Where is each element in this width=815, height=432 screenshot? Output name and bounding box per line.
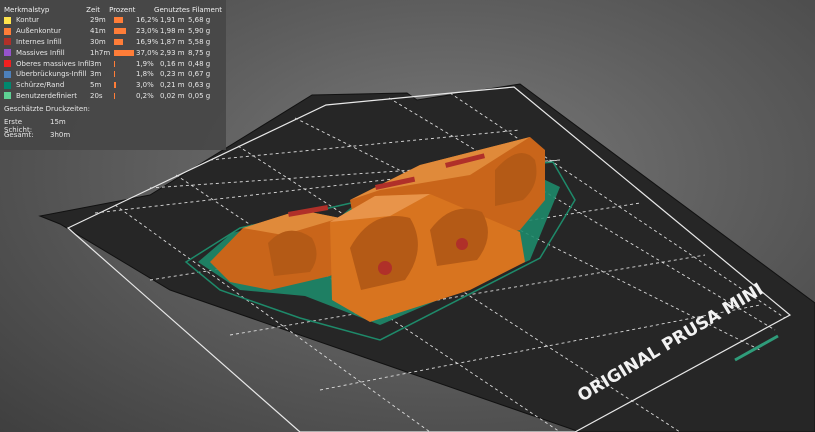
legend-rows: Kontur 29m 16,2% 1,91 m 5,68 g Außenkontur 41m… bbox=[4, 15, 222, 101]
legend-row: Massives Infill 1h7m 37,0% 2,93 m 8,75 g bbox=[4, 47, 222, 58]
legend-label: Kontur bbox=[16, 16, 40, 25]
legend-header: Merkmalstyp Zeit Prozent Genutztes Filam… bbox=[4, 4, 222, 15]
total-row: Gesamt: 3h0m bbox=[4, 131, 222, 141]
legend-percent: 1,9% bbox=[136, 59, 154, 68]
legend-percent-bar bbox=[114, 17, 123, 24]
total-value: 3h0m bbox=[50, 131, 71, 140]
legend-bar-cell bbox=[114, 38, 136, 45]
legend-grams: 8,75 g bbox=[188, 48, 211, 57]
legend-swatch bbox=[4, 92, 11, 100]
legend-type: Kontur bbox=[4, 16, 90, 24]
legend-time: 1h7m bbox=[90, 48, 111, 57]
legend-percent: 1,8% bbox=[136, 70, 154, 79]
first-layer-value: 15m bbox=[50, 118, 66, 127]
legend-meters: 2,93 m bbox=[160, 48, 185, 57]
legend-bar-cell bbox=[114, 92, 136, 99]
legend-label: Überbrückungs-Infill bbox=[16, 70, 87, 79]
first-layer-row: Erste Schicht: 15m bbox=[4, 118, 222, 135]
legend-row: Überbrückungs-Infill 3m 1,8% 0,23 m 0,67 g bbox=[4, 69, 222, 80]
legend-meters: 1,98 m bbox=[160, 27, 185, 36]
legend-bar-cell bbox=[114, 71, 136, 78]
legend-percent: 0,2% bbox=[136, 91, 154, 100]
legend-time: 30m bbox=[90, 37, 106, 46]
legend-grams: 0,48 g bbox=[188, 59, 211, 68]
legend-time: 41m bbox=[90, 27, 106, 36]
legend-label: Oberes massives Infill bbox=[16, 59, 90, 68]
legend-meters: 0,16 m bbox=[160, 59, 185, 68]
legend-percent: 16,9% bbox=[136, 37, 159, 46]
legend-type: Internes Infill bbox=[4, 38, 90, 46]
legend-meters: 1,87 m bbox=[160, 37, 185, 46]
legend-swatch bbox=[4, 49, 11, 57]
legend-row: Schürze/Rand 5m 3,0% 0,21 m 0,63 g bbox=[4, 80, 222, 91]
legend-grams: 0,05 g bbox=[188, 91, 211, 100]
legend-time: 3m bbox=[90, 70, 102, 79]
legend-percent-bar bbox=[114, 28, 126, 35]
legend-bar-cell bbox=[114, 60, 136, 67]
legend-meters: 0,23 m bbox=[160, 70, 185, 79]
legend-grams: 0,67 g bbox=[188, 70, 211, 79]
legend-time: 20s bbox=[90, 91, 103, 100]
legend-percent: 16,2% bbox=[136, 16, 159, 25]
legend-bar-cell bbox=[114, 82, 136, 89]
legend-label: Massives Infill bbox=[16, 48, 65, 57]
estimate-title: Geschätzte Druckzeiten: bbox=[4, 105, 91, 114]
legend-type: Schürze/Rand bbox=[4, 81, 90, 89]
legend-percent-bar bbox=[114, 71, 115, 78]
legend-grams: 0,63 g bbox=[188, 81, 211, 90]
legend-time: 29m bbox=[90, 16, 106, 25]
legend-grams: 5,58 g bbox=[188, 37, 211, 46]
legend-row: Internes Infill 30m 16,9% 1,87 m 5,58 g bbox=[4, 37, 222, 48]
legend-time: 3m bbox=[90, 59, 102, 68]
legend-type: Massives Infill bbox=[4, 49, 90, 57]
legend-label: Außenkontur bbox=[16, 27, 61, 36]
legend-percent: 3,0% bbox=[136, 81, 154, 90]
legend-type: Oberes massives Infill bbox=[4, 60, 90, 68]
legend-swatch bbox=[4, 81, 11, 89]
legend-bar-cell bbox=[114, 17, 136, 24]
legend-bar-cell bbox=[114, 28, 136, 35]
legend-type: Außenkontur bbox=[4, 27, 90, 35]
legend-label: Internes Infill bbox=[16, 37, 62, 46]
total-label: Gesamt: bbox=[4, 131, 34, 140]
legend-percent: 37,0% bbox=[136, 48, 159, 57]
legend-percent-bar bbox=[114, 49, 134, 56]
legend-swatch bbox=[4, 16, 11, 24]
legend-swatch bbox=[4, 60, 11, 68]
legend-row: Benutzerdefiniert 20s 0,2% 0,02 m 0,05 g bbox=[4, 91, 222, 102]
header-filament: Genutztes Filament bbox=[154, 5, 222, 14]
legend-swatch bbox=[4, 27, 11, 35]
legend-meters: 1,91 m bbox=[160, 16, 185, 25]
header-time: Zeit bbox=[86, 5, 100, 14]
legend-grams: 5,68 g bbox=[188, 16, 211, 25]
legend-meters: 0,21 m bbox=[160, 81, 185, 90]
legend-type: Überbrückungs-Infill bbox=[4, 70, 90, 78]
legend-row: Oberes massives Infill 3m 1,9% 0,16 m 0,48 g bbox=[4, 58, 222, 69]
legend-label: Benutzerdefiniert bbox=[16, 91, 77, 100]
legend-panel: Merkmalstyp Zeit Prozent Genutztes Filam… bbox=[0, 0, 226, 150]
legend-label: Schürze/Rand bbox=[16, 81, 65, 90]
legend-meters: 0,02 m bbox=[160, 91, 185, 100]
legend-percent-bar bbox=[114, 38, 123, 45]
legend-bar-cell bbox=[114, 49, 136, 56]
legend-grams: 5,90 g bbox=[188, 27, 211, 36]
legend-time: 5m bbox=[90, 81, 102, 90]
legend-type: Benutzerdefiniert bbox=[4, 92, 90, 100]
first-layer-label: Erste Schicht: bbox=[4, 118, 33, 135]
legend-row: Außenkontur 41m 23,0% 1,98 m 5,90 g bbox=[4, 26, 222, 37]
header-percent: Prozent bbox=[109, 5, 136, 14]
legend-row: Kontur 29m 16,2% 1,91 m 5,68 g bbox=[4, 15, 222, 26]
legend-swatch bbox=[4, 70, 11, 78]
header-type: Merkmalstyp bbox=[4, 5, 50, 14]
legend-percent-bar bbox=[114, 60, 115, 67]
legend-percent: 23,0% bbox=[136, 27, 159, 36]
legend-percent-bar bbox=[114, 82, 116, 89]
legend-swatch bbox=[4, 38, 11, 46]
legend-percent-bar bbox=[114, 92, 115, 99]
